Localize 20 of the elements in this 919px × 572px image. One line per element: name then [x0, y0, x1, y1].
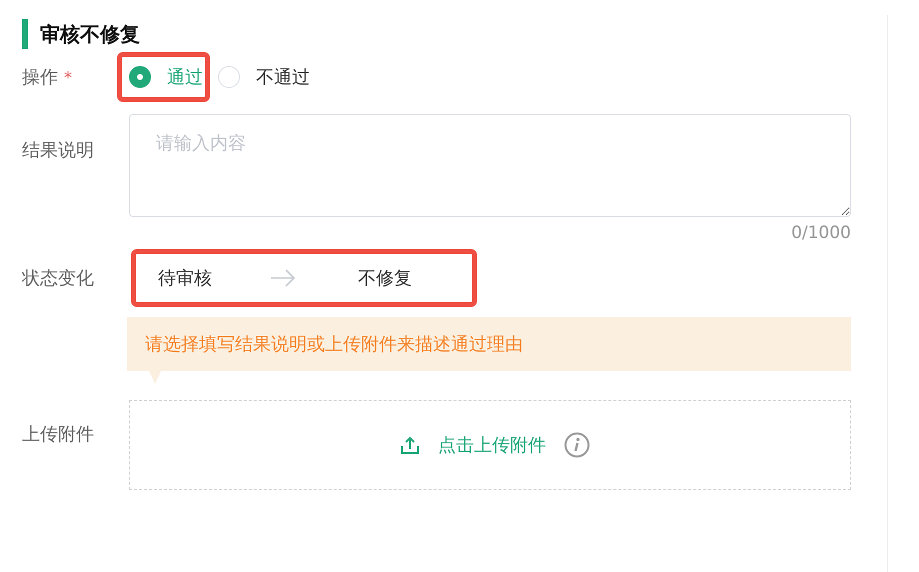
- status-from: 待审核: [158, 267, 212, 290]
- field-label: 上传附件: [22, 423, 94, 446]
- upload-icon: [400, 435, 420, 455]
- field-label: 状态变化: [22, 267, 94, 290]
- upload-area[interactable]: 点击上传附件: [129, 400, 851, 490]
- radio-option[interactable]: 不通过: [218, 65, 310, 89]
- hint-text: 请选择填写结果说明或上传附件来描述通过理由: [145, 333, 523, 356]
- info-icon: [564, 432, 590, 458]
- input-field[interactable]: 请输入内容: [129, 114, 851, 217]
- radio-button[interactable]: [129, 66, 151, 88]
- character-counter: 0/1000: [790, 223, 851, 243]
- status-to: 不修复: [358, 267, 412, 290]
- field-label: 结果说明: [22, 139, 94, 162]
- title-accent-bar: [22, 19, 28, 49]
- upload-button[interactable]: 点击上传附件: [400, 433, 546, 457]
- field-label: 操作: [22, 66, 58, 89]
- required-mark: *: [64, 68, 72, 86]
- radio-option[interactable]: 通过: [129, 65, 203, 89]
- section-title: 审核不修复: [40, 20, 140, 48]
- arrow-right-icon: [270, 268, 296, 288]
